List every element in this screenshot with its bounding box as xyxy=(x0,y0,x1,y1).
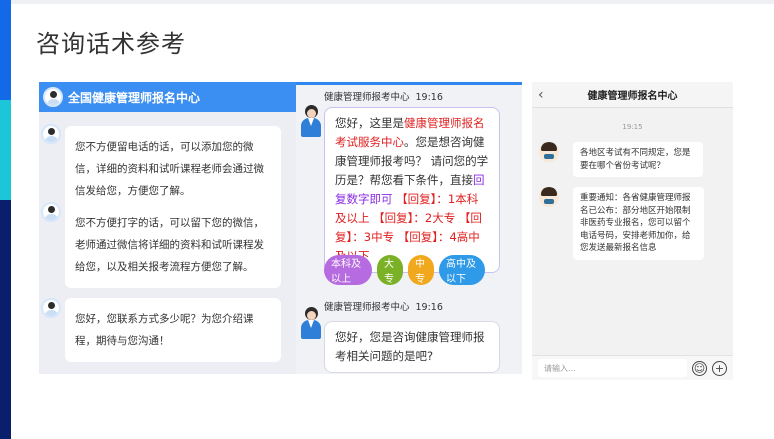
chip-bachelor[interactable]: 本科及以上 xyxy=(324,255,372,285)
message-row xyxy=(41,124,61,144)
agent-avatar xyxy=(41,124,61,144)
chat-panel-1: 全国健康管理师报名中心 您不方便留电话的话，可以添加您的微信，详细的资料和试听课… xyxy=(39,82,297,374)
quick-reply-chips: 本科及以上 大专 中专 高中及以下 xyxy=(324,255,485,285)
agent-name: 健康管理师报考中心 xyxy=(324,92,410,103)
agent-name: 健康管理师报考中心 xyxy=(324,302,410,313)
center-avatar xyxy=(43,87,63,107)
chip-high-school[interactable]: 高中及以下 xyxy=(439,255,485,285)
side-accent-blue xyxy=(0,0,11,100)
emoji-icon[interactable]: ☺ xyxy=(692,360,707,376)
message-bubble: 您不方便打字的话，可以留下您的微信，老师通过微信将详细的资料和试听课程发给您，以… xyxy=(65,202,281,288)
agent-avatar xyxy=(299,307,323,341)
agent-avatar xyxy=(41,202,61,222)
chip-technical-school[interactable]: 中专 xyxy=(408,255,434,285)
welcome-message-bubble: 您好，这里是健康管理师报名考试服务中心。您是想咨询健康管理师报考吗？ 请问您的学… xyxy=(324,107,500,273)
agent-avatar xyxy=(539,187,559,207)
message-bubble: 您好，您联系方式多少呢？为您介绍课程，期待与您沟通！ xyxy=(65,298,281,362)
message-row: 各地区考试有不同规定，您是要在哪个省份考试呢？ xyxy=(539,142,703,177)
chat-header: 全国健康管理师报名中心 xyxy=(39,82,297,112)
slide-title: 咨询话术参考 xyxy=(36,30,186,58)
chat-panel-2: 健康管理师报考中心 19:16 您好，这里是健康管理师报名考试服务中心。您是想咨询… xyxy=(296,82,522,374)
agent-avatar xyxy=(299,105,323,139)
chat-panel-3: ‹ 健康管理师报名中心 19:15 各地区考试有不同规定，您是要在哪个省份考试呢… xyxy=(532,82,733,380)
plus-icon[interactable]: + xyxy=(712,360,727,376)
chat-header-title: 健康管理师报名中心 xyxy=(587,91,678,102)
chip-junior-college[interactable]: 大专 xyxy=(377,255,403,285)
message-row xyxy=(41,298,61,318)
top-rule xyxy=(0,0,774,4)
agent-name-line: 健康管理师报考中心 19:16 xyxy=(324,299,443,313)
message-bubble: 各地区考试有不同规定，您是要在哪个省份考试呢？ xyxy=(573,142,703,177)
message-row xyxy=(41,202,61,222)
agent-avatar xyxy=(539,142,559,162)
back-chevron-icon[interactable]: ‹ xyxy=(538,87,544,103)
message-time: 19:16 xyxy=(415,92,443,103)
message-time: 19:16 xyxy=(415,302,443,313)
chat-timestamp: 19:15 xyxy=(622,123,643,131)
message-input[interactable]: 请输入... xyxy=(538,359,687,377)
message-input-bar: 请输入... ☺ + xyxy=(532,355,733,380)
side-accent-cyan xyxy=(0,100,11,200)
chat-header: ‹ 健康管理师报名中心 xyxy=(532,82,733,108)
agent-name-line: 健康管理师报考中心 19:16 xyxy=(324,89,443,103)
chat-header-title: 全国健康管理师报名中心 xyxy=(68,90,201,105)
welcome-text: 您好，这里是 xyxy=(335,116,404,130)
side-accent-navy xyxy=(0,200,11,439)
message-bubble: 您好，您是咨询健康管理师报考相关问题的是吧? xyxy=(324,321,500,373)
message-row: 重要通知：各省健康管理师报名已公布：部分地区开始限制非医药专业报名，您可以留个电… xyxy=(539,187,704,260)
agent-avatar xyxy=(41,298,61,318)
message-bubble: 您不方便留电话的话，可以添加您的微信，详细的资料和试听课程老师会通过微信发给您，… xyxy=(65,126,281,212)
message-bubble: 重要通知：各省健康管理师报名已公布：部分地区开始限制非医药专业报名，您可以留个电… xyxy=(573,187,704,260)
slide: 咨询话术参考 全国健康管理师报名中心 您不方便留电话的话，可以添加您的微信，详细… xyxy=(0,0,774,439)
